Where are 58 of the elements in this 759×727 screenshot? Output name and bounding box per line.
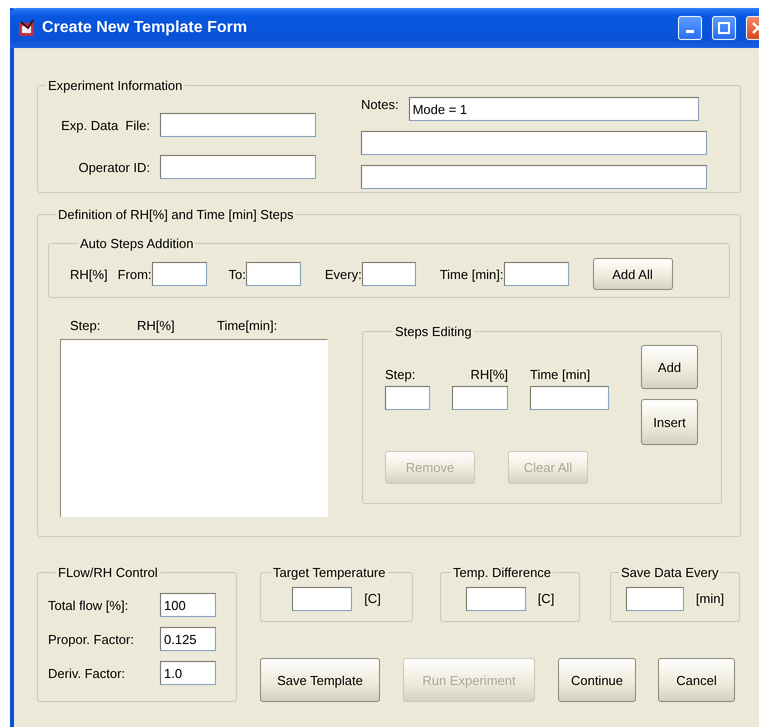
text-field[interactable] — [292, 586, 352, 610]
text-field[interactable] — [385, 386, 430, 410]
notes-field[interactable] — [361, 165, 707, 189]
action-button[interactable]: Save Template — [260, 658, 380, 702]
column-header: Step: — [70, 318, 102, 333]
add-all-button[interactable]: Add All — [592, 258, 673, 290]
field-label: Operator ID: — [77, 160, 150, 174]
notes-field[interactable]: Mode = 1 — [408, 97, 699, 121]
group-title: Target Temperature — [272, 565, 386, 580]
maximize-icon — [718, 22, 730, 34]
app-icon — [18, 19, 36, 37]
group-title: Save Data Every — [620, 565, 720, 580]
maximize-button[interactable] — [712, 16, 736, 40]
notes-field[interactable] — [361, 131, 707, 155]
field-label: Every: — [324, 266, 362, 282]
group-title: Experiment Information — [47, 78, 184, 93]
text-field[interactable]: 100 — [160, 593, 216, 617]
text-field[interactable] — [246, 262, 301, 286]
field-label: Time [min]: — [440, 266, 504, 282]
group-title: Auto Steps Addition — [79, 236, 194, 251]
field-label: Time [min] — [530, 367, 592, 382]
text-field[interactable]: 1.0 — [160, 661, 216, 685]
field-label: Total flow [%]: — [48, 598, 130, 612]
group-title: Definition of RH[%] and Time [min] Steps — [57, 207, 295, 222]
minimize-icon — [686, 30, 694, 33]
insert-button[interactable]: Insert — [641, 399, 698, 445]
text-field[interactable] — [466, 586, 526, 610]
field-label: RH[%] — [469, 367, 508, 382]
text-field[interactable] — [626, 586, 684, 610]
column-header: RH[%] — [137, 318, 176, 333]
add-button[interactable]: Add — [641, 345, 698, 389]
text-field[interactable] — [452, 386, 508, 410]
text-field[interactable] — [504, 262, 569, 286]
field-label: To: — [228, 266, 246, 282]
text-field[interactable] — [160, 155, 316, 179]
text-field[interactable] — [160, 113, 316, 137]
minimize-button[interactable] — [678, 16, 702, 40]
unit-label: [C] — [364, 591, 381, 606]
group-title: Steps Editing — [394, 324, 473, 339]
field-label: From: — [118, 266, 152, 282]
text-field[interactable] — [152, 262, 207, 286]
text-field[interactable]: 0.125 — [160, 627, 216, 651]
field-label: Step: — [385, 367, 416, 382]
unit-label: [C] — [538, 591, 554, 606]
group-title: FLow/RH Control — [57, 565, 159, 580]
text-field[interactable] — [362, 262, 416, 286]
window-title: Create New Template Form — [42, 19, 248, 37]
action-button[interactable]: Continue — [558, 658, 636, 702]
action-button[interactable]: Cancel — [658, 658, 735, 702]
unit-label: [min] — [696, 591, 724, 606]
field-label: Propor. Factor: — [48, 632, 135, 646]
group-title: Temp. Difference — [452, 565, 552, 580]
field-label: RH[%] — [70, 266, 108, 282]
field-label: Deriv. Factor: — [48, 666, 126, 680]
field-label: Exp. Data File: — [60, 118, 150, 132]
column-header: Time[min]: — [217, 318, 278, 333]
text-field[interactable] — [530, 386, 609, 410]
field-label: Notes: — [361, 97, 399, 112]
